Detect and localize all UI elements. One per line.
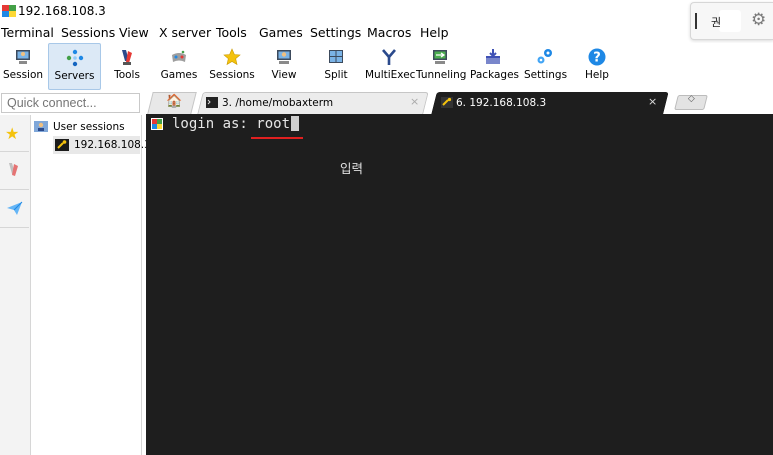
title-bar: 192.168.108.3 <box>0 0 773 24</box>
new-tab-icon: ◇ <box>687 94 695 104</box>
menu-view[interactable]: View <box>119 25 149 40</box>
toolbar: Session Servers Tools Games Sessions Vie… <box>0 43 773 90</box>
side-strip: ★ <box>0 115 31 455</box>
tab-home-mobaxterm[interactable]: 3. /home/mobaxterm × <box>197 92 429 114</box>
settings-button[interactable]: Settings <box>524 43 567 88</box>
tools-icon <box>122 50 132 65</box>
svg-text:?: ? <box>593 51 601 66</box>
terminal-cursor <box>291 116 300 131</box>
games-button[interactable]: Games <box>158 43 200 88</box>
packages-button[interactable]: Packages <box>470 43 519 88</box>
terminal-icon <box>206 97 218 108</box>
home-icon[interactable]: 🏠 <box>166 94 182 109</box>
sessions-button[interactable]: Sessions <box>208 43 256 88</box>
menu-tools[interactable]: Tools <box>216 25 247 40</box>
menu-bar: Terminal Sessions View X server Tools Ga… <box>0 24 773 43</box>
terminal-line: login as: root <box>172 116 300 132</box>
session-item-192-168-108-3[interactable]: 192.168.108.3 <box>53 136 151 154</box>
view-icon <box>277 50 291 64</box>
tools-button[interactable]: Tools <box>108 43 146 88</box>
terminal-area[interactable]: login as: root 입력 <box>146 114 773 455</box>
ssh-key-icon <box>441 97 453 108</box>
quick-connect-input[interactable] <box>1 93 140 113</box>
tunneling-button[interactable]: Tunneling <box>416 43 466 88</box>
menu-help[interactable]: Help <box>420 25 449 40</box>
mobaxterm-app-icon <box>2 5 16 17</box>
ssh-key-icon <box>55 139 69 151</box>
help-icon: ? <box>588 48 606 66</box>
help-button[interactable]: ? Help <box>582 43 612 88</box>
packages-icon <box>486 49 500 64</box>
session-button[interactable]: Session <box>2 43 44 88</box>
servers-button[interactable]: Servers <box>48 43 101 90</box>
star-icon: ★ <box>5 124 20 143</box>
tools-sidebar-tab[interactable] <box>0 153 29 190</box>
tunneling-icon <box>433 50 447 64</box>
menu-settings[interactable]: Settings <box>310 25 361 40</box>
settings-icon <box>537 49 552 64</box>
close-icon[interactable]: × <box>648 95 657 108</box>
window-title: 192.168.108.3 <box>18 4 106 18</box>
input-annotation-text: 입력 <box>340 161 364 176</box>
menu-sessions[interactable]: Sessions <box>61 25 115 40</box>
view-button[interactable]: View <box>265 43 303 88</box>
session-item-label: 192.168.108.3 <box>74 139 151 151</box>
split-icon <box>329 50 343 63</box>
tab-192-168-108-3[interactable]: 6. 192.168.108.3 × <box>431 92 669 114</box>
sessions-star-icon <box>223 48 241 66</box>
user-sessions-folder-icon <box>34 121 48 132</box>
user-sessions-group[interactable]: User sessions <box>53 121 125 133</box>
paper-plane-icon <box>7 201 23 215</box>
tools-sidebar-icon <box>9 163 18 176</box>
sessions-tree: User sessions 192.168.108.3 <box>31 115 151 455</box>
new-tab-button[interactable]: ◇ <box>674 94 708 110</box>
menu-terminal[interactable]: Terminal <box>1 25 54 40</box>
multiexec-button[interactable]: MultiExec <box>365 43 415 88</box>
login-input: root <box>256 116 291 132</box>
session-icon <box>16 50 30 64</box>
sessions-sidebar-tab[interactable]: ★ <box>0 115 29 152</box>
putty-icon <box>151 118 163 130</box>
red-underline-annotation <box>251 137 303 139</box>
login-prompt: login as: <box>172 116 257 132</box>
tab-bar: 🏠 3. /home/mobaxterm × 6. 192.168.108.3 … <box>146 90 773 114</box>
multiexec-icon <box>382 49 396 65</box>
servers-icon <box>66 49 83 67</box>
close-icon[interactable]: × <box>410 95 419 108</box>
menu-games[interactable]: Games <box>259 25 303 40</box>
split-button[interactable]: Split <box>318 43 354 88</box>
menu-x-server[interactable]: X server <box>159 25 211 40</box>
menu-macros[interactable]: Macros <box>367 25 411 40</box>
games-icon <box>172 50 186 62</box>
macros-sidebar-tab[interactable] <box>0 191 29 228</box>
